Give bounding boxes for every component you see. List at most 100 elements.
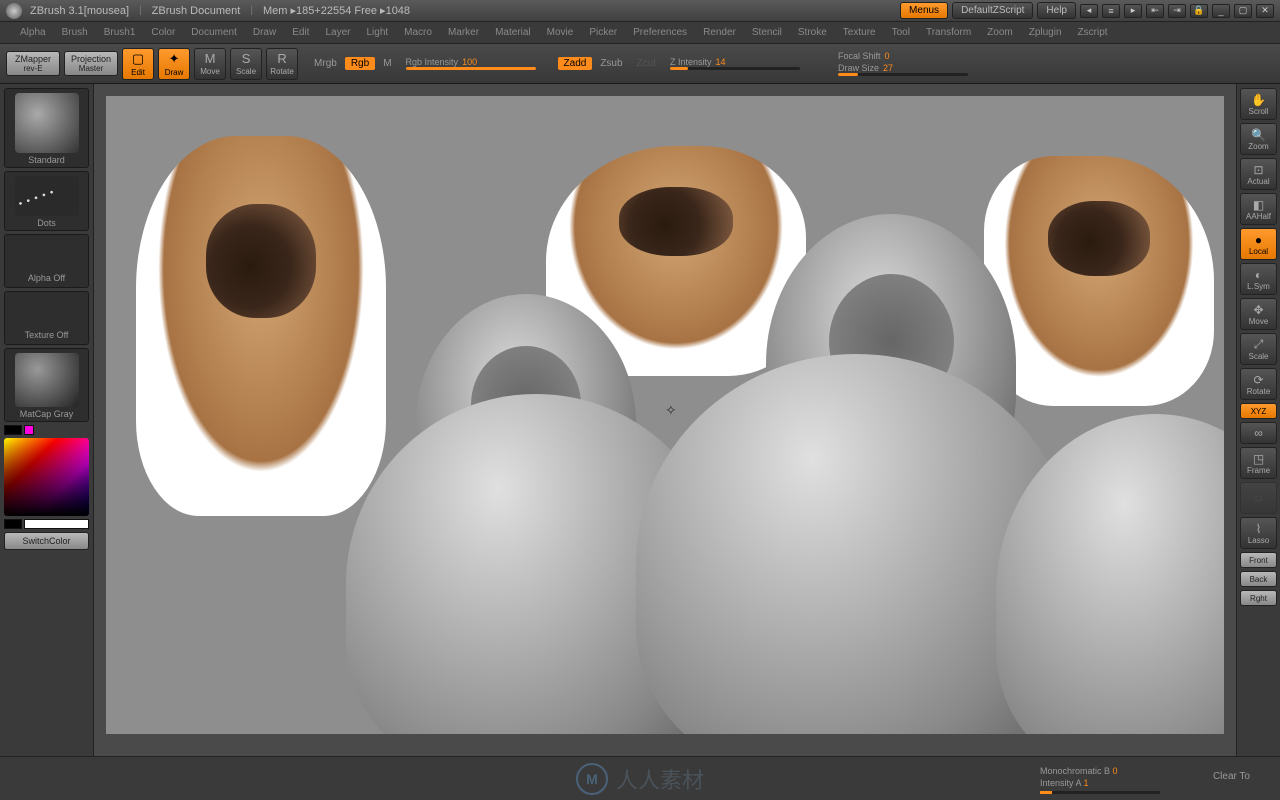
menu-picker[interactable]: Picker xyxy=(589,27,617,38)
actual-button[interactable]: ⊡Actual xyxy=(1240,158,1277,190)
menu-movie[interactable]: Movie xyxy=(547,27,574,38)
zmapper-button[interactable]: ZMapper rev-E xyxy=(6,51,60,76)
menu-zoom[interactable]: Zoom xyxy=(987,27,1013,38)
brush-slot[interactable]: Standard xyxy=(4,88,89,168)
rgb-toggle[interactable]: Rgb xyxy=(345,57,375,70)
transp-button[interactable]: ◌ xyxy=(1240,482,1277,514)
alpha-slot[interactable]: Alpha Off xyxy=(4,234,89,288)
menu-macro[interactable]: Macro xyxy=(404,27,432,38)
zoom-button[interactable]: 🔍Zoom xyxy=(1240,123,1277,155)
frame-icon: ◳ xyxy=(1253,452,1264,466)
close-icon[interactable]: ✕ xyxy=(1256,4,1274,18)
menu-zplugin[interactable]: Zplugin xyxy=(1029,27,1062,38)
right-palette: ✋Scroll 🔍Zoom ⊡Actual ◧AAHalf ●Local ◐L.… xyxy=(1236,84,1280,756)
move-button[interactable]: MMove xyxy=(194,48,226,80)
footer-params: Monochromatic B 0 Intensity A 1 xyxy=(1040,766,1160,794)
scale-nav-icon: ⤢ xyxy=(1254,337,1264,352)
menu-stencil[interactable]: Stencil xyxy=(752,27,782,38)
local-button[interactable]: ●Local xyxy=(1240,228,1277,260)
projection-master-button[interactable]: Projection Master xyxy=(64,51,118,76)
edit-button[interactable]: ▢Edit xyxy=(122,48,154,80)
link-button[interactable]: ∞ xyxy=(1240,422,1277,444)
menu-color[interactable]: Color xyxy=(151,27,175,38)
move-nav-button[interactable]: ✥Move xyxy=(1240,298,1277,330)
zsub-toggle[interactable]: Zsub xyxy=(594,57,628,70)
menu-zscript[interactable]: Zscript xyxy=(1078,27,1108,38)
default-zscript-button[interactable]: DefaultZScript xyxy=(952,2,1033,19)
rotate-button[interactable]: RRotate xyxy=(266,48,298,80)
projmaster-l2: Master xyxy=(71,64,111,73)
menu-brush1[interactable]: Brush1 xyxy=(104,27,136,38)
menu-document[interactable]: Document xyxy=(191,27,237,38)
scale-button[interactable]: SScale xyxy=(230,48,262,80)
canvas-wrap: ✧ xyxy=(94,84,1236,756)
menu-light[interactable]: Light xyxy=(366,27,388,38)
stroke-slot[interactable]: Dots xyxy=(4,171,89,231)
clear-to-label[interactable]: Clear To xyxy=(1213,771,1250,782)
z-intensity-slider[interactable]: Z Intensity 14 xyxy=(670,57,800,70)
scale-icon: S xyxy=(242,51,251,66)
front-button[interactable]: Front xyxy=(1240,552,1277,568)
menu-tool[interactable]: Tool xyxy=(892,27,910,38)
texture-slot[interactable]: Texture Off xyxy=(4,291,89,345)
menu-brush[interactable]: Brush xyxy=(62,27,88,38)
menu-draw[interactable]: Draw xyxy=(253,27,276,38)
rotate-icon: R xyxy=(277,51,286,66)
xyz-button[interactable]: XYZ xyxy=(1240,403,1277,419)
viewport-canvas[interactable]: ✧ xyxy=(106,96,1224,734)
material-slot[interactable]: MatCap Gray xyxy=(4,348,89,422)
menu-alpha[interactable]: Alpha xyxy=(20,27,46,38)
menu-texture[interactable]: Texture xyxy=(843,27,876,38)
swatch2-black[interactable] xyxy=(4,519,22,529)
menu-marker[interactable]: Marker xyxy=(448,27,479,38)
scroll-button[interactable]: ✋Scroll xyxy=(1240,88,1277,120)
focal-shift-slider[interactable]: Focal Shift 0 xyxy=(838,51,968,61)
zcut-toggle[interactable]: Zcut xyxy=(631,57,662,70)
lock-icon[interactable]: 🔒 xyxy=(1190,4,1208,18)
rotate-nav-button[interactable]: ⟳Rotate xyxy=(1240,368,1277,400)
menu-render[interactable]: Render xyxy=(703,27,736,38)
dock-left-icon[interactable]: ⇤ xyxy=(1146,4,1164,18)
scale-nav-button[interactable]: ⤢Scale xyxy=(1240,333,1277,365)
lsym-button[interactable]: ◐L.Sym xyxy=(1240,263,1277,295)
lasso-button[interactable]: ⌇Lasso xyxy=(1240,517,1277,549)
menu-preferences[interactable]: Preferences xyxy=(633,27,687,38)
dock-right-icon[interactable]: ⇥ xyxy=(1168,4,1186,18)
minimize-icon[interactable]: _ xyxy=(1212,4,1230,18)
swatch2-white[interactable] xyxy=(24,519,89,529)
draw-button[interactable]: ✦Draw xyxy=(158,48,190,80)
swatch-magenta[interactable] xyxy=(24,425,34,435)
swatch-black[interactable] xyxy=(4,425,22,435)
color-picker[interactable] xyxy=(4,438,89,516)
menu-layer[interactable]: Layer xyxy=(325,27,350,38)
menus-button[interactable]: Menus xyxy=(900,2,948,19)
help-button[interactable]: Help xyxy=(1037,2,1076,19)
prev-icon[interactable]: ◂ xyxy=(1080,4,1098,18)
m-toggle[interactable]: M xyxy=(377,57,397,70)
mono-b-slider[interactable]: Monochromatic B 0 xyxy=(1040,766,1160,776)
zadd-toggle[interactable]: Zadd xyxy=(558,57,593,70)
bars-icon[interactable]: ≡ xyxy=(1102,4,1120,18)
maximize-icon[interactable]: ▢ xyxy=(1234,4,1252,18)
reference-dog-back xyxy=(984,156,1214,406)
rgb-intensity-slider[interactable]: Rgb Intensity 100 xyxy=(406,57,536,70)
material-label: MatCap Gray xyxy=(7,409,86,419)
aahalf-button[interactable]: ◧AAHalf xyxy=(1240,193,1277,225)
transp-icon: ◌ xyxy=(1255,491,1262,505)
switch-color-button[interactable]: SwitchColor xyxy=(4,532,89,550)
menu-stroke[interactable]: Stroke xyxy=(798,27,827,38)
brush-thumb-icon xyxy=(15,93,79,153)
next-icon[interactable]: ▸ xyxy=(1124,4,1142,18)
menu-transform[interactable]: Transform xyxy=(926,27,971,38)
stroke-thumb-icon xyxy=(15,176,79,216)
back-button[interactable]: Back xyxy=(1240,571,1277,587)
intensity-a-slider[interactable]: Intensity A 1 xyxy=(1040,778,1160,788)
right-view-button[interactable]: Rght xyxy=(1240,590,1277,606)
watermark-text: 人人素材 xyxy=(616,763,704,795)
frame-button[interactable]: ◳Frame xyxy=(1240,447,1277,479)
menu-material[interactable]: Material xyxy=(495,27,531,38)
menu-edit[interactable]: Edit xyxy=(292,27,309,38)
zmapper-l1: ZMapper xyxy=(13,54,53,64)
mrgb-toggle[interactable]: Mrgb xyxy=(308,57,343,70)
draw-size-slider[interactable]: Draw Size 27 xyxy=(838,63,968,76)
